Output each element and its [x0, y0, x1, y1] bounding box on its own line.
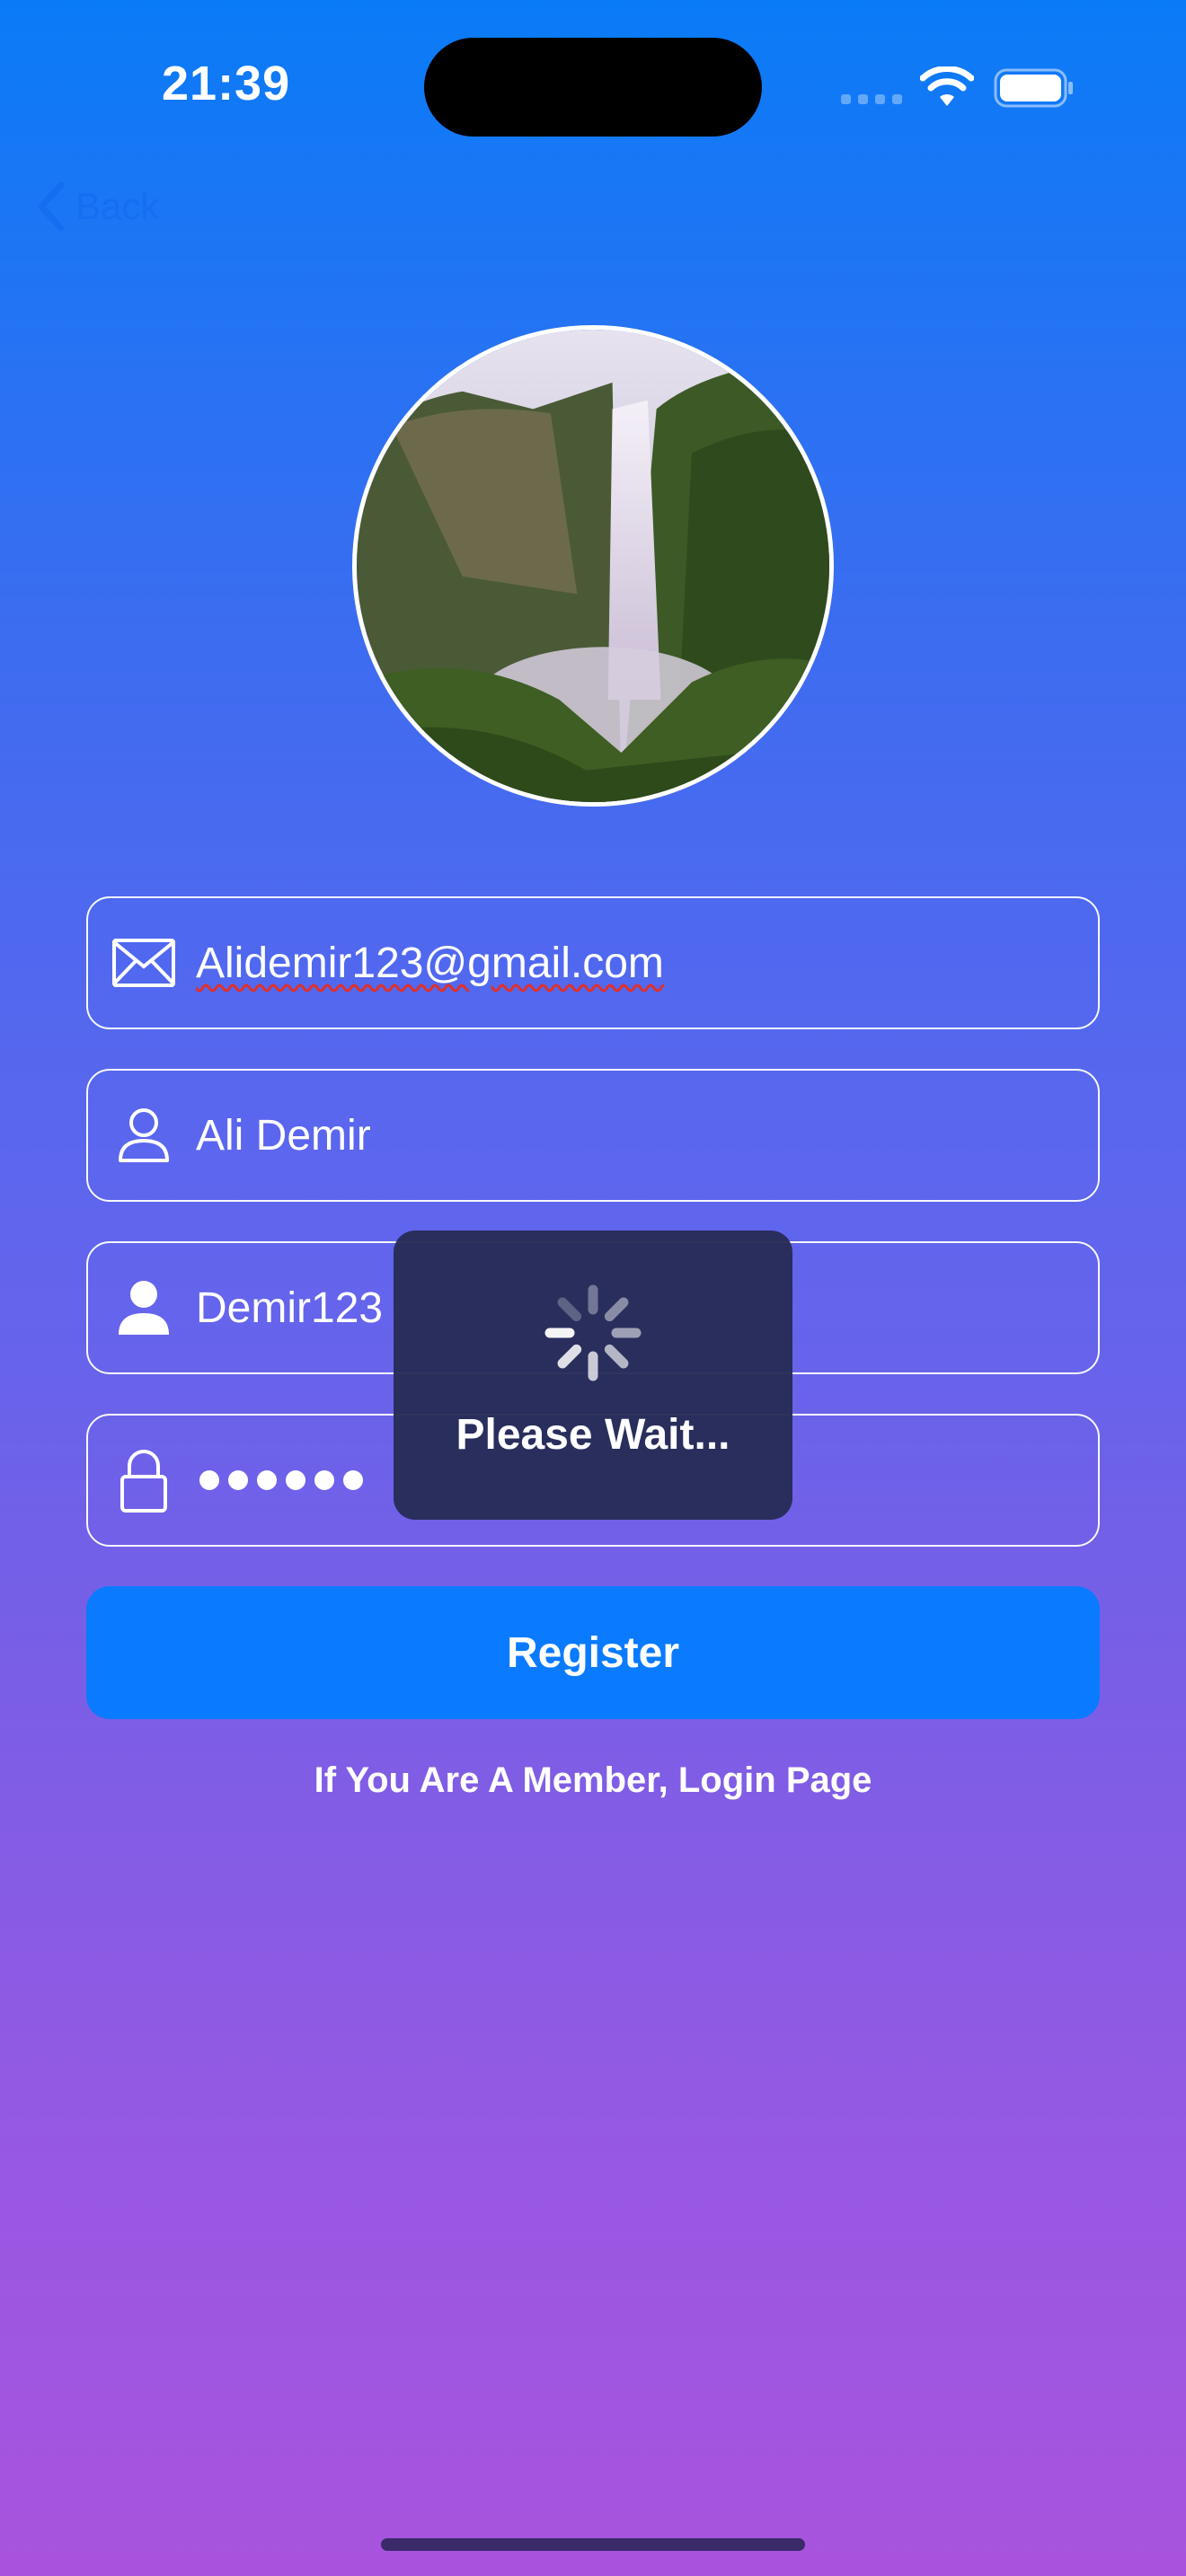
- person-outline-icon: [110, 1101, 178, 1169]
- chevron-left-icon: [38, 181, 65, 232]
- login-page-link[interactable]: If You Are A Member, Login Page: [0, 1760, 1186, 1801]
- envelope-icon: [110, 929, 178, 997]
- email-field[interactable]: Alidemir123@gmail.com: [86, 896, 1100, 1029]
- full-name-field[interactable]: Ali Demir: [86, 1069, 1100, 1202]
- full-name-value: Ali Demir: [196, 1111, 371, 1160]
- back-button[interactable]: Back: [36, 180, 159, 234]
- person-fill-icon: [110, 1274, 178, 1342]
- loading-indicator: Please Wait...: [394, 1231, 792, 1520]
- wifi-icon: [920, 66, 974, 106]
- profile-photo[interactable]: [352, 325, 834, 807]
- battery-icon: [994, 68, 1073, 108]
- home-indicator[interactable]: [381, 2538, 805, 2551]
- back-label: Back: [75, 185, 160, 227]
- status-bar: 21:39: [0, 0, 1186, 171]
- password-mask: [199, 1470, 363, 1490]
- cellular-signal-icon: [841, 94, 902, 107]
- status-time: 21:39: [162, 57, 291, 110]
- lock-icon: [110, 1446, 178, 1514]
- username-value: Demir123: [196, 1284, 384, 1332]
- dynamic-island: [424, 38, 762, 137]
- spinner-icon: [544, 1284, 642, 1381]
- waterfall-image: [357, 330, 829, 802]
- loading-text: Please Wait...: [456, 1411, 730, 1459]
- register-button[interactable]: Register: [86, 1586, 1100, 1719]
- email-value: Alidemir123@gmail.com: [196, 939, 664, 987]
